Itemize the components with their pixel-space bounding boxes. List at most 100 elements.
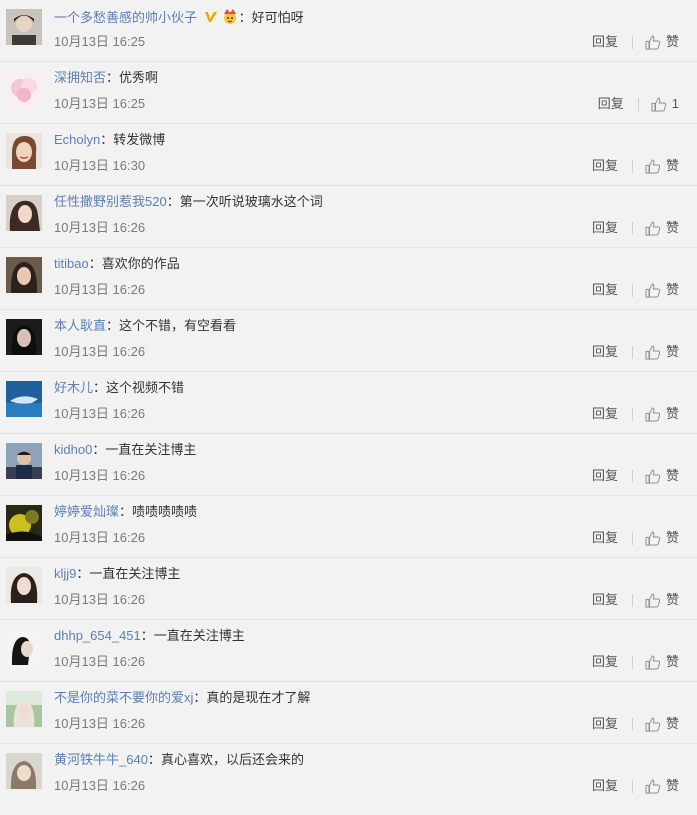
- comment-time: 10月13日 16:26: [54, 654, 146, 669]
- like-label: 赞: [665, 220, 679, 235]
- separator: ：: [238, 10, 252, 25]
- divider: [631, 159, 633, 173]
- comment-text: 这个视频不错: [106, 380, 185, 395]
- reply-button[interactable]: 回复: [592, 778, 618, 794]
- divider: [631, 469, 633, 483]
- username-link[interactable]: 深拥知否: [54, 70, 106, 85]
- avatar[interactable]: [6, 319, 42, 355]
- thumbs-up-icon: [645, 654, 661, 669]
- like-button[interactable]: 赞: [645, 654, 679, 670]
- thumbs-up-icon: [645, 282, 661, 297]
- avatar[interactable]: [6, 257, 42, 293]
- comment-text: 第一次听说玻璃水这个词: [179, 194, 323, 209]
- like-button[interactable]: 1: [651, 96, 679, 112]
- username-link[interactable]: 一个多愁善感的帅小伙子: [54, 10, 197, 25]
- comment-time: 10月13日 16:30: [54, 158, 146, 173]
- comment-time: 10月13日 16:26: [54, 778, 146, 793]
- comment-item: 本人耿直：这个不错，有空看看 10月13日 16:26 回复 赞: [0, 310, 697, 372]
- like-label: 赞: [665, 592, 679, 607]
- avatar[interactable]: [6, 753, 42, 789]
- divider: [631, 531, 633, 545]
- reply-button[interactable]: 回复: [592, 654, 618, 670]
- username-link[interactable]: 好木儿: [54, 380, 93, 395]
- reply-button[interactable]: 回复: [592, 344, 618, 360]
- like-button[interactable]: 赞: [645, 716, 679, 732]
- thumbs-up-icon: [645, 530, 661, 545]
- username-link[interactable]: titibao: [54, 256, 89, 271]
- like-button[interactable]: 赞: [645, 34, 679, 50]
- thumbs-up-icon: [645, 592, 661, 607]
- avatar[interactable]: [6, 71, 42, 107]
- username-link[interactable]: kidho0: [54, 442, 92, 457]
- comment-item: 好木儿：这个视频不错 10月13日 16:26 回复 赞: [0, 372, 697, 434]
- separator: ：: [92, 442, 106, 457]
- avatar[interactable]: [6, 505, 42, 541]
- comment-text: 一直在关注博主: [89, 566, 181, 581]
- avatar[interactable]: [6, 629, 42, 665]
- avatar[interactable]: [6, 195, 42, 231]
- like-label: 赞: [665, 468, 679, 483]
- divider: [631, 407, 633, 421]
- username-link[interactable]: kljj9: [54, 566, 76, 581]
- comment-item: titibao：喜欢你的作品 10月13日 16:26 回复 赞: [0, 248, 697, 310]
- separator: ：: [93, 380, 107, 395]
- reply-button[interactable]: 回复: [592, 406, 618, 422]
- separator: ：: [147, 752, 161, 767]
- thumbs-up-icon: [645, 778, 661, 793]
- avatar[interactable]: [6, 567, 42, 603]
- separator: ：: [119, 504, 133, 519]
- comment-time: 10月13日 16:26: [54, 530, 146, 545]
- divider: [631, 717, 633, 731]
- reply-button[interactable]: 回复: [592, 158, 618, 174]
- username-link[interactable]: 婷婷爱灿璨: [54, 504, 119, 519]
- thumbs-up-icon: [645, 468, 661, 483]
- username-link[interactable]: dhhp_654_451: [54, 628, 141, 643]
- separator: ：: [100, 132, 114, 147]
- thumbs-up-icon: [651, 96, 666, 111]
- username-link[interactable]: 不是你的菜不要你的爱xj: [54, 690, 193, 705]
- reply-button[interactable]: 回复: [592, 468, 618, 484]
- like-button[interactable]: 赞: [645, 468, 679, 484]
- thumbs-up-icon: [645, 220, 661, 235]
- avatar[interactable]: [6, 443, 42, 479]
- comment-time: 10月13日 16:26: [54, 468, 146, 483]
- username-link[interactable]: 黄河铁牛牛_640: [54, 752, 148, 767]
- username-link[interactable]: 本人耿直: [54, 318, 106, 333]
- like-button[interactable]: 赞: [645, 344, 679, 360]
- vip-v-icon: [204, 10, 218, 28]
- like-button[interactable]: 赞: [645, 220, 679, 236]
- comment-time: 10月13日 16:26: [54, 406, 146, 421]
- reply-button[interactable]: 回复: [592, 716, 618, 732]
- comment-item: dhhp_654_451：一直在关注博主 10月13日 16:26 回复 赞: [0, 620, 697, 682]
- avatar[interactable]: [6, 133, 42, 169]
- avatar[interactable]: [6, 9, 42, 45]
- reply-button[interactable]: 回复: [592, 220, 618, 236]
- divider: [631, 221, 633, 235]
- separator: ：: [106, 318, 120, 333]
- thumbs-up-icon: [645, 716, 661, 731]
- like-button[interactable]: 赞: [645, 530, 679, 546]
- reply-button[interactable]: 回复: [598, 96, 624, 112]
- reply-button[interactable]: 回复: [592, 34, 618, 50]
- comment-text: 好可怕呀: [251, 10, 304, 25]
- divider: [637, 97, 639, 111]
- comment-text: 啧啧啧啧啧: [132, 504, 198, 519]
- avatar[interactable]: [6, 691, 42, 727]
- reply-button[interactable]: 回复: [592, 592, 618, 608]
- reply-button[interactable]: 回复: [592, 282, 618, 298]
- username-link[interactable]: Echolyn: [54, 132, 100, 147]
- comment-time: 10月13日 16:26: [54, 344, 146, 359]
- like-count: 1: [671, 96, 679, 111]
- like-button[interactable]: 赞: [645, 592, 679, 608]
- like-button[interactable]: 赞: [645, 778, 679, 794]
- like-label: 赞: [665, 158, 679, 173]
- comment-time: 10月13日 16:26: [54, 716, 146, 731]
- reply-button[interactable]: 回复: [592, 530, 618, 546]
- divider: [631, 35, 633, 49]
- like-button[interactable]: 赞: [645, 406, 679, 422]
- comment-text: 优秀啊: [119, 70, 159, 85]
- avatar[interactable]: [6, 381, 42, 417]
- username-link[interactable]: 任性撒野别惹我520: [54, 194, 167, 209]
- like-button[interactable]: 赞: [645, 158, 679, 174]
- like-button[interactable]: 赞: [645, 282, 679, 298]
